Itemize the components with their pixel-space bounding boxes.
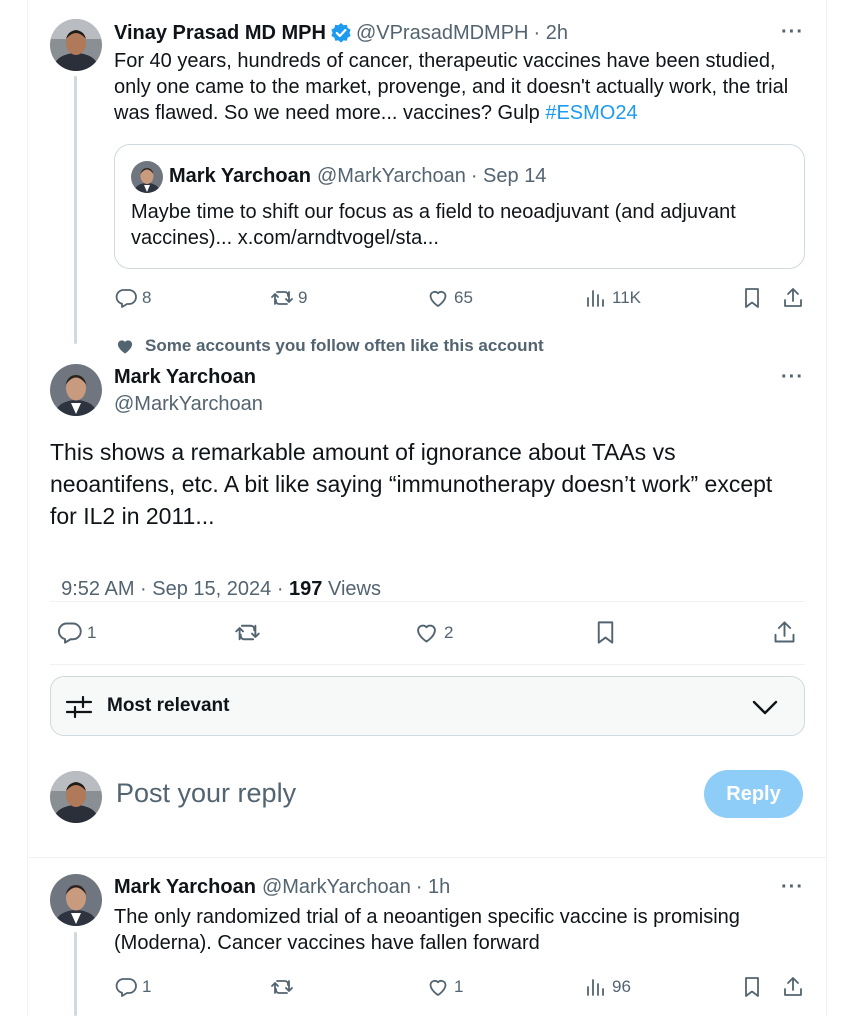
tweet-text: For 40 years, hundreds of cancer, therap… [114,50,789,124]
repost-icon [271,980,293,994]
main-tweet-text: This shows a remarkable amount of ignora… [50,439,773,529]
reply-icon [115,978,137,997]
quoted-tweet-card[interactable]: Mark Yarchoan @MarkYarchoan · Sep 14 May… [114,144,805,269]
reply-submit-button[interactable]: Reply [704,770,803,818]
avatar-vinay-prasad[interactable] [50,19,102,71]
like-button[interactable]: 65 [426,286,473,310]
tweet-time[interactable]: · 1h [416,876,450,899]
author-name[interactable]: Mark Yarchoan [114,366,256,389]
reply-count: 1 [142,977,152,996]
divider [27,857,827,858]
reply-button[interactable]: 1 [56,619,96,646]
share-button[interactable] [781,975,805,999]
avatar-mark-yarchoan[interactable] [50,364,102,416]
views-icon [587,979,604,996]
bookmark-button[interactable] [740,286,764,310]
divider [50,601,805,602]
author-name[interactable]: Vinay Prasad MD MPH [114,22,326,45]
share-button[interactable] [781,286,805,310]
like-count: 1 [454,977,464,996]
avatar-mark-yarchoan[interactable] [50,874,102,926]
repost-button[interactable]: 9 [270,286,307,310]
quote-author-handle: @MarkYarchoan [316,165,466,187]
share-icon [774,621,795,643]
like-count: 2 [444,622,454,642]
more-icon[interactable]: ··· [781,367,804,387]
reply-count: 1 [87,622,97,642]
quote-time: · Sep 14 [470,165,547,187]
tweet-header: Mark Yarchoan @MarkYarchoan · 1h [114,876,450,899]
repost-count: 9 [298,288,308,307]
like-icon [429,979,447,996]
hashtag-link[interactable]: #ESMO24 [545,102,637,124]
quote-text: Maybe time to shift our focus as a field… [131,201,736,249]
reply-icon [57,622,82,644]
reply-icon [115,289,137,308]
like-count: 65 [454,288,473,307]
views-count: 197 [289,578,323,600]
views-button[interactable]: 11K [584,286,641,310]
current-user-avatar[interactable] [50,771,102,823]
like-icon [417,624,436,643]
tweet-meta: 9:52 AM · Sep 15, 2024 · 197 Views [50,555,381,601]
quote-author-name: Mark Yarchoan [169,165,311,187]
thread-line [74,932,77,1016]
author-name[interactable]: Mark Yarchoan [114,876,256,899]
author-handle[interactable]: @MarkYarchoan [262,876,411,899]
repost-icon [271,291,293,305]
bookmark-icon [745,288,759,308]
like-button[interactable]: 1 [426,975,463,999]
tweet-time[interactable]: · 2h [534,22,568,45]
bookmark-icon [745,977,759,997]
repost-button[interactable] [270,975,294,999]
views-count: 96 [612,977,631,996]
tweet-text: The only randomized trial of a neoantige… [114,906,740,954]
verified-badge-icon [330,22,352,44]
like-button[interactable]: 2 [413,619,453,646]
reply-sort-dropdown[interactable]: Most relevant [50,676,805,736]
like-icon [429,290,447,307]
avatar-mark-yarchoan [131,161,163,193]
bookmark-button[interactable] [592,619,619,646]
quote-header: Mark Yarchoan @MarkYarchoan · Sep 14 [169,165,546,188]
reply-button[interactable]: 8 [114,286,151,310]
more-icon[interactable]: ··· [781,877,804,897]
views-icon [587,290,604,307]
share-icon [784,977,802,996]
views-button[interactable]: 96 [584,975,631,999]
views-count: 11K [612,288,641,307]
reply-count: 8 [142,288,152,307]
thread-line [74,76,77,344]
bookmark-button[interactable] [740,975,764,999]
share-button[interactable] [771,619,798,646]
bookmark-icon [597,621,614,644]
more-icon[interactable]: ··· [781,22,804,42]
tweet-header: Vinay Prasad MD MPH @VPrasadMDMPH · 2h [114,20,568,46]
chevron-down-icon [752,700,778,715]
social-context: Some accounts you follow often like this… [115,336,544,356]
heart-icon [117,340,133,354]
views-label: Views [322,578,381,600]
repost-button[interactable] [233,619,262,646]
reply-button[interactable]: 1 [114,975,151,999]
author-handle[interactable]: @MarkYarchoan [114,393,263,416]
social-context-text: Some accounts you follow often like this… [145,336,544,355]
tweet-timestamp[interactable]: 9:52 AM · Sep 15, 2024 · [61,578,289,600]
share-icon [784,288,802,307]
sort-icon [65,695,93,719]
author-handle[interactable]: @VPrasadMDMPH [356,22,529,45]
reply-input[interactable]: Post your reply [116,778,676,809]
repost-icon [235,624,260,641]
sort-label: Most relevant [107,695,230,716]
divider [50,664,805,665]
